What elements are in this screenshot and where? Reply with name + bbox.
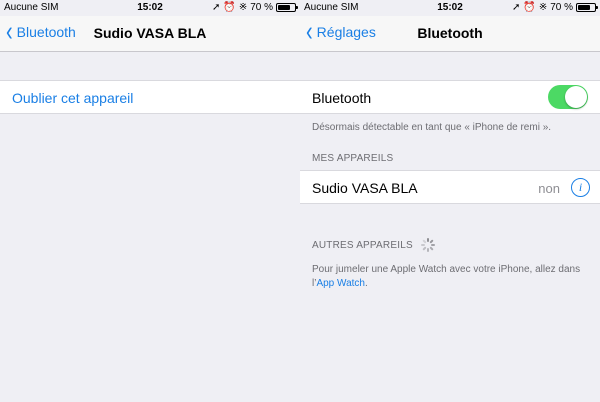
device-name: Sudio VASA BLA	[312, 180, 418, 196]
toggle-knob	[565, 86, 587, 108]
navigation-bar: ‹ Réglages Bluetooth	[300, 16, 600, 52]
status-icons: ➚ ⏰ ※ 70 %	[211, 2, 298, 13]
forget-device-button[interactable]: Oublier cet appareil	[12, 90, 133, 106]
status-icons: ➚ ⏰ ※ 70 %	[511, 2, 598, 13]
navigation-bar: ‹ Bluetooth Sudio VASA BLA	[0, 16, 300, 52]
battery-percent: 70 %	[250, 2, 273, 13]
battery-icon	[576, 3, 598, 12]
location-arrow-icon: ➚	[511, 2, 521, 13]
bluetooth-icon: ※	[538, 2, 548, 13]
bluetooth-icon: ※	[238, 2, 248, 13]
other-devices-header: AUTRES APPAREILS	[312, 238, 435, 252]
discoverable-caption: Désormais détectable en tant que « iPhon…	[312, 122, 552, 133]
battery-icon	[276, 3, 298, 12]
alarm-icon: ⏰	[223, 2, 236, 13]
my-devices-header: MES APPAREILS	[312, 153, 394, 164]
watch-text-end: .	[365, 278, 368, 289]
alarm-icon: ⏰	[523, 2, 536, 13]
info-icon[interactable]: i	[571, 178, 590, 197]
forget-device-cell[interactable]: Oublier cet appareil	[0, 80, 300, 114]
app-watch-link[interactable]: App Watch	[316, 278, 365, 289]
apple-watch-caption: Pour jumeler une Apple Watch avec votre …	[312, 263, 592, 291]
location-arrow-icon: ➚	[211, 2, 221, 13]
bluetooth-toggle-cell: Bluetooth	[300, 80, 600, 114]
loading-spinner-icon	[420, 238, 435, 252]
device-status: non	[538, 181, 560, 196]
bluetooth-settings-screen: Aucune SIM 15:02 ➚ ⏰ ※ 70 % ‹ Réglages B…	[300, 0, 600, 402]
device-detail-screen: Aucune SIM 15:02 ➚ ⏰ ※ 70 % ‹ Bluetooth …	[0, 0, 300, 402]
page-title: Bluetooth	[417, 25, 483, 41]
device-row[interactable]: Sudio VASA BLA non i	[300, 170, 600, 204]
other-devices-label: AUTRES APPAREILS	[312, 239, 413, 251]
page-title: Sudio VASA BLA	[93, 25, 207, 41]
bluetooth-toggle[interactable]	[548, 85, 588, 109]
status-bar: Aucune SIM 15:02 ➚ ⏰ ※ 70 %	[300, 0, 600, 16]
battery-percent: 70 %	[550, 2, 573, 13]
status-bar: Aucune SIM 15:02 ➚ ⏰ ※ 70 %	[0, 0, 300, 16]
bluetooth-label: Bluetooth	[312, 90, 372, 106]
